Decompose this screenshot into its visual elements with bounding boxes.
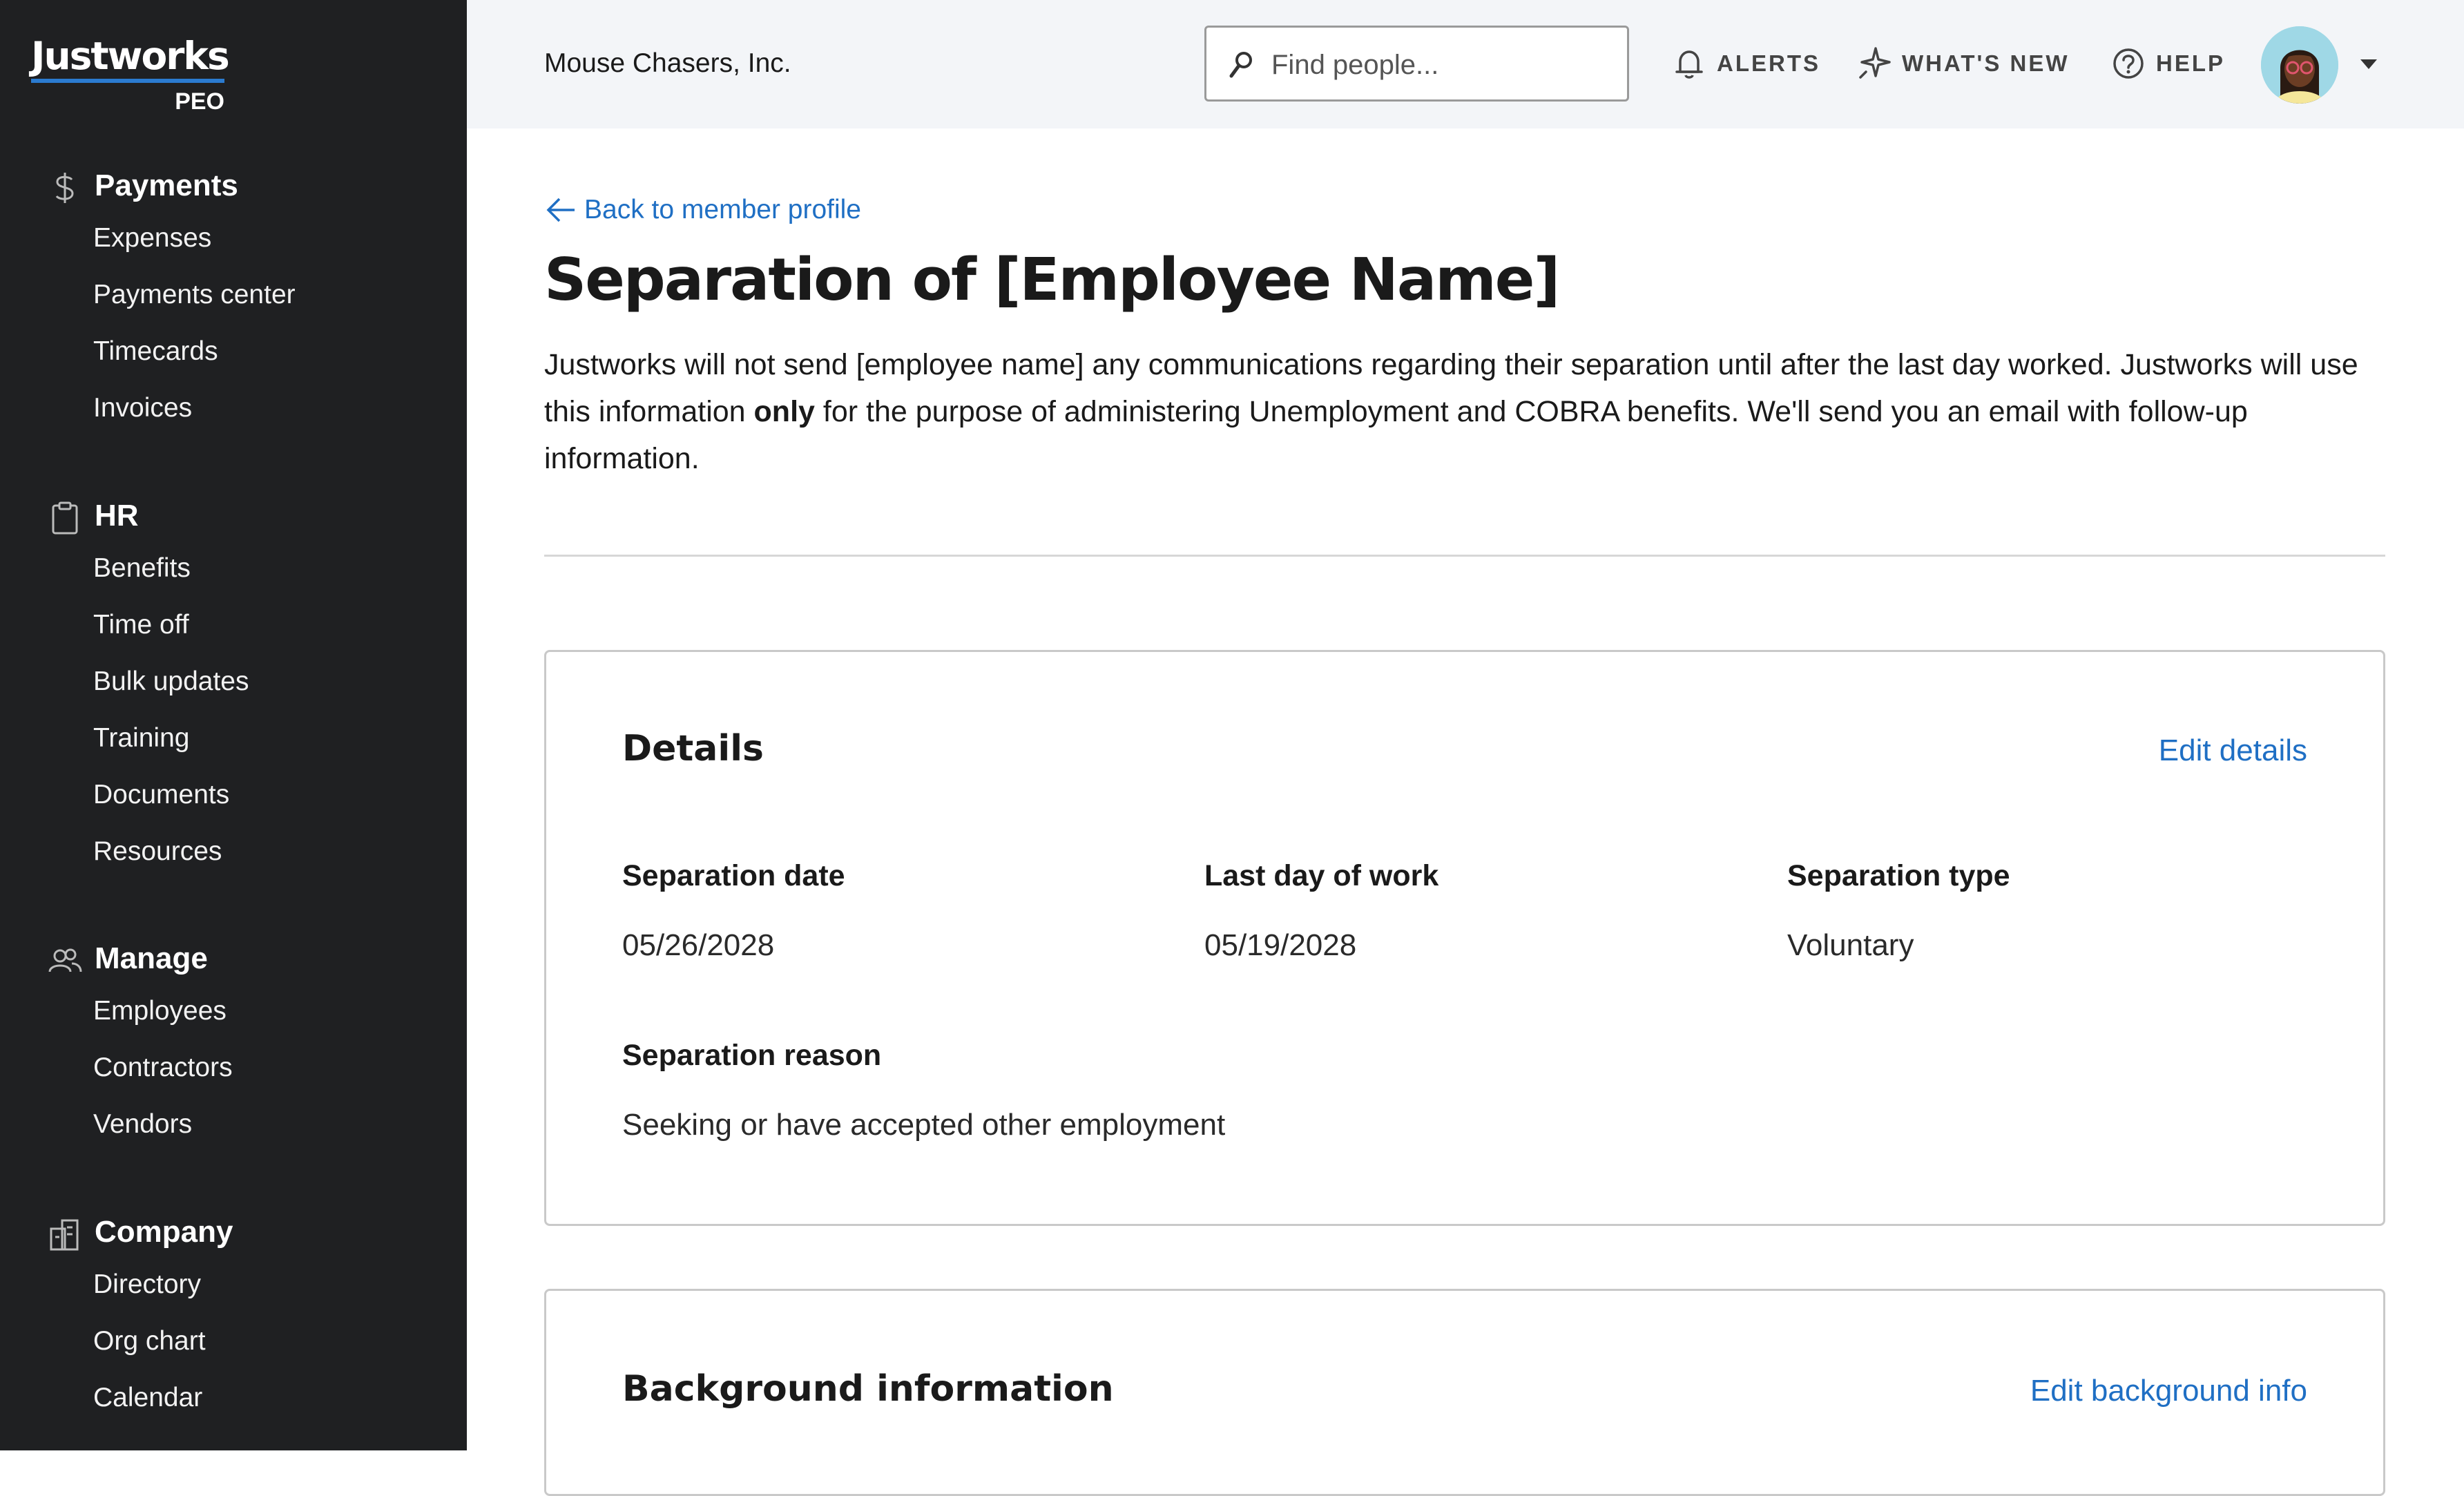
separation-type-value: Voluntary bbox=[1787, 928, 1914, 962]
help-icon bbox=[2113, 48, 2144, 79]
separation-date-value: 05/26/2028 bbox=[622, 928, 775, 962]
nav-header-payments[interactable]: Payments bbox=[0, 160, 467, 210]
sidebar-item-timecards[interactable]: Timecards bbox=[0, 323, 467, 380]
separation-reason-value: Seeking or have accepted other employmen… bbox=[622, 1108, 1226, 1142]
help-button[interactable]: HELP bbox=[2110, 44, 2225, 83]
search-icon bbox=[1229, 52, 1252, 78]
chevron-down-icon[interactable] bbox=[2358, 54, 2380, 73]
sidebar-item-bulk-updates[interactable]: Bulk updates bbox=[0, 653, 467, 710]
nav-section-hr: HR Benefits Time off Bulk updates Traini… bbox=[0, 490, 467, 880]
main-content: Back to member profile Separation of [Em… bbox=[467, 128, 2464, 1496]
back-link-label: Back to member profile bbox=[584, 195, 861, 224]
sidebar: Justworks PEO Payments Expenses Payments… bbox=[0, 0, 467, 1450]
logo-wordmark: Justworks bbox=[31, 33, 230, 83]
intro-emphasis: only bbox=[753, 395, 815, 428]
search-box[interactable] bbox=[1204, 26, 1629, 102]
sidebar-item-org-chart[interactable]: Org chart bbox=[0, 1313, 467, 1370]
sidebar-item-contractors[interactable]: Contractors bbox=[0, 1039, 467, 1096]
sidebar-item-directory[interactable]: Directory bbox=[0, 1256, 467, 1313]
sparkle-icon bbox=[1859, 47, 1891, 79]
arrow-left-icon bbox=[546, 198, 575, 222]
whats-new-label: WHAT'S NEW bbox=[1902, 50, 2070, 76]
avatar-illustration bbox=[2261, 26, 2338, 104]
details-title: Details bbox=[622, 728, 764, 769]
nav-header-manage[interactable]: Manage bbox=[0, 933, 467, 983]
last-day-label: Last day of work bbox=[1204, 859, 1439, 892]
nav-header-company[interactable]: Company bbox=[0, 1207, 467, 1256]
intro-text: Justworks will not send [employee name] … bbox=[544, 341, 2395, 482]
clipboard-icon bbox=[52, 501, 78, 535]
details-card: Details Edit details Separation date 05/… bbox=[544, 650, 2385, 1226]
separation-type-label: Separation type bbox=[1787, 859, 2010, 892]
company-name[interactable]: Mouse Chasers, Inc. bbox=[544, 48, 791, 79]
people-icon bbox=[48, 948, 82, 972]
alerts-button[interactable]: ALERTS bbox=[1671, 44, 1820, 83]
background-info-card: Background information Edit background i… bbox=[544, 1289, 2385, 1496]
separation-reason-label: Separation reason bbox=[622, 1039, 882, 1072]
bell-icon bbox=[1675, 50, 1703, 79]
nav-header-label: Company bbox=[95, 1215, 233, 1249]
nav-header-hr[interactable]: HR bbox=[0, 490, 467, 540]
nav-header-label: HR bbox=[95, 499, 139, 533]
whats-new-button[interactable]: WHAT'S NEW bbox=[1856, 44, 2070, 83]
nav-section-company: Company Directory Org chart Calendar bbox=[0, 1207, 467, 1426]
help-label: HELP bbox=[2156, 50, 2226, 76]
sidebar-item-time-off[interactable]: Time off bbox=[0, 597, 467, 653]
back-to-profile-link[interactable]: Back to member profile bbox=[544, 195, 861, 225]
nav-header-label: Manage bbox=[95, 941, 208, 975]
sidebar-item-documents[interactable]: Documents bbox=[0, 767, 467, 823]
sidebar-item-calendar[interactable]: Calendar bbox=[0, 1370, 467, 1426]
top-bar: Mouse Chasers, Inc. ALERTS WHAT'S NEW HE… bbox=[467, 0, 2464, 128]
nav-section-manage: Manage Employees Contractors Vendors bbox=[0, 933, 467, 1153]
edit-background-info-link[interactable]: Edit background info bbox=[2030, 1374, 2307, 1408]
sidebar-item-payments-center[interactable]: Payments center bbox=[0, 267, 467, 323]
user-avatar[interactable] bbox=[2261, 26, 2338, 104]
logo-subtitle: PEO bbox=[175, 88, 224, 115]
sidebar-item-employees[interactable]: Employees bbox=[0, 983, 467, 1039]
building-icon bbox=[50, 1219, 79, 1251]
justworks-logo[interactable]: Justworks PEO bbox=[31, 33, 230, 115]
nav-section-payments: Payments Expenses Payments center Timeca… bbox=[0, 160, 467, 437]
nav-header-label: Payments bbox=[95, 169, 238, 202]
last-day-value: 05/19/2028 bbox=[1204, 928, 1357, 962]
sidebar-item-training[interactable]: Training bbox=[0, 710, 467, 767]
sidebar-item-expenses[interactable]: Expenses bbox=[0, 210, 467, 267]
divider bbox=[544, 555, 2385, 557]
sidebar-item-resources[interactable]: Resources bbox=[0, 823, 467, 880]
sidebar-item-vendors[interactable]: Vendors bbox=[0, 1096, 467, 1153]
sidebar-item-invoices[interactable]: Invoices bbox=[0, 380, 467, 437]
search-input[interactable] bbox=[1270, 41, 1604, 88]
sidebar-item-benefits[interactable]: Benefits bbox=[0, 540, 467, 597]
background-info-title: Background information bbox=[622, 1368, 1114, 1410]
separation-date-label: Separation date bbox=[622, 859, 845, 892]
alerts-label: ALERTS bbox=[1717, 50, 1820, 76]
dollar-icon bbox=[55, 173, 74, 203]
edit-details-link[interactable]: Edit details bbox=[2159, 733, 2307, 768]
page-title: Separation of [Employee Name] bbox=[544, 246, 1560, 314]
